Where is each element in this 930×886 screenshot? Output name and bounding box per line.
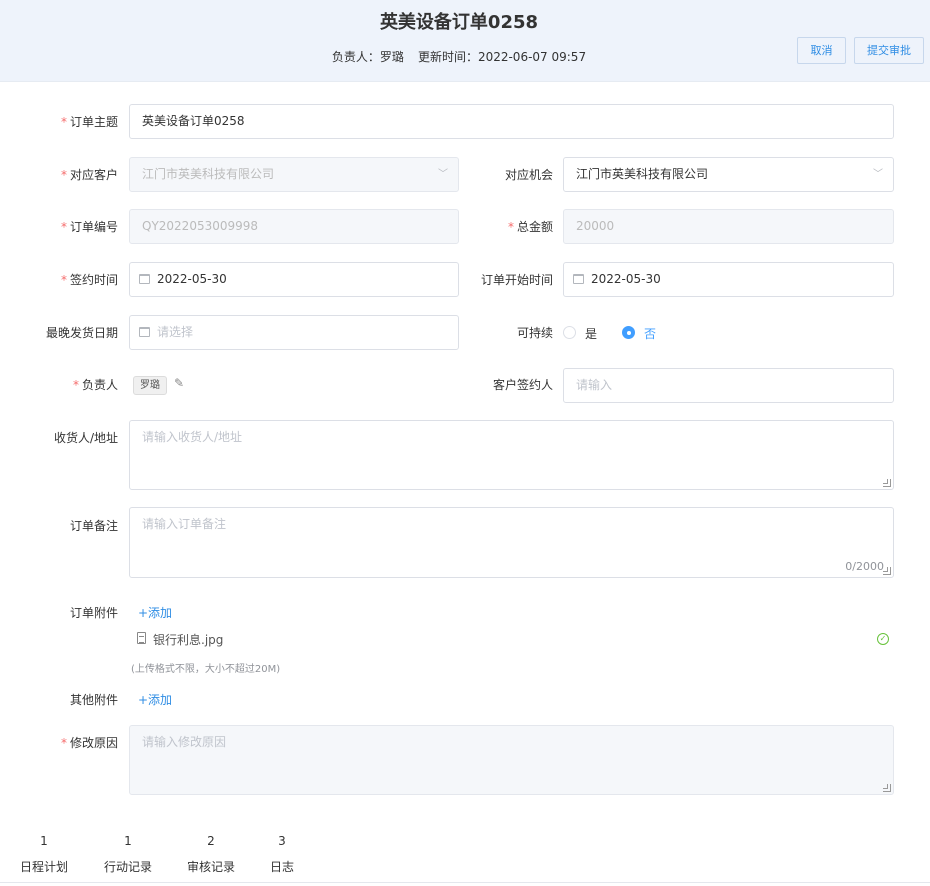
consignee-label: 收货人/地址 [53, 431, 118, 445]
remark-char-counter: 0/2000 [845, 560, 884, 573]
sustainable-yes-radio[interactable] [563, 326, 576, 339]
tab-label: 日程计划 [19, 860, 68, 874]
sustainable-no-radio[interactable] [622, 326, 635, 339]
owner-info: 负责人：罗璐 [331, 50, 404, 64]
latest-ship-label: 最晚发货日期 [45, 326, 118, 340]
opportunity-label: 对应机会 [504, 168, 553, 182]
reason-placeholder: 请输入修改原因 [142, 735, 227, 749]
order-no-label: * 订单编号 [60, 220, 118, 234]
page-header: 英美设备订单0258 负责人：罗璐 更新时间：2022-06-07 09:57 取… [0, 0, 930, 82]
sign-date-value: 2022-05-30 [157, 272, 227, 286]
tab-count: 1 [124, 834, 132, 848]
tab-label: 审核记录 [186, 860, 235, 874]
remark-placeholder: 请输入订单备注 [142, 517, 227, 531]
customer-select[interactable]: 江门市英美科技有限公司 ﹀ [129, 157, 459, 192]
add-attachment-link[interactable]: +添加 [138, 604, 172, 621]
submit-approval-button[interactable]: 提交审批 [854, 37, 924, 64]
tab-label: 行动记录 [103, 860, 152, 874]
subject-input[interactable]: 英美设备订单0258 [129, 104, 894, 139]
tab-count: 1 [40, 834, 48, 848]
attachment-label: 订单附件 [69, 606, 118, 620]
tab-schedule[interactable]: 1 日程计划 [12, 834, 76, 875]
cancel-button[interactable]: 取消 [797, 37, 846, 64]
resize-handle-icon[interactable] [883, 567, 891, 575]
add-other-attachment-link[interactable]: +添加 [138, 691, 172, 708]
consignee-textarea[interactable]: 请输入收货人/地址 [129, 420, 894, 490]
updated-time: 更新时间：2022-06-07 09:57 [417, 50, 587, 64]
calendar-icon [139, 327, 150, 337]
customer-signer-input[interactable]: 请输入 [563, 368, 894, 403]
tab-log[interactable]: 3 日志 [250, 834, 314, 875]
sustainable-yes-label[interactable]: 是 [585, 325, 597, 342]
consignee-placeholder: 请输入收货人/地址 [142, 430, 243, 444]
latest-ship-date-picker[interactable]: 请选择 [129, 315, 459, 350]
upload-hint: (上传格式不限，大小不超过20M) [131, 664, 281, 675]
latest-ship-placeholder: 请选择 [157, 325, 194, 339]
file-icon [137, 632, 146, 644]
tabs-divider [0, 882, 930, 883]
tab-count: 3 [278, 834, 286, 848]
chevron-down-icon: ﹀ [873, 169, 883, 180]
order-no-input[interactable]: QY2022053009998 [129, 209, 459, 244]
subject-label: * 订单主题 [60, 115, 118, 129]
customer-value: 江门市英美科技有限公司 [142, 167, 275, 181]
resize-handle-icon[interactable] [883, 479, 891, 487]
chevron-down-icon: ﹀ [438, 169, 448, 180]
other-attachment-label: 其他附件 [69, 693, 118, 707]
start-date-label: 订单开始时间 [480, 273, 553, 287]
attachment-file-name[interactable]: 银行利息.jpg [153, 631, 223, 648]
customer-signer-label: 客户签约人 [492, 378, 553, 392]
pencil-icon[interactable]: ✎ [174, 376, 184, 390]
sustainable-no-label[interactable]: 否 [644, 325, 656, 342]
sign-date-label: * 签约时间 [60, 273, 118, 287]
total-label: * 总金额 [507, 220, 553, 234]
resize-handle-icon[interactable] [883, 784, 891, 792]
owner-tag: 罗璐 [133, 376, 167, 395]
calendar-icon [573, 274, 584, 284]
reason-label: * 修改原因 [60, 736, 118, 750]
page-meta: 负责人：罗璐 更新时间：2022-06-07 09:57 [0, 48, 918, 65]
remark-label: 订单备注 [69, 519, 118, 533]
tab-review-records[interactable]: 2 审核记录 [179, 834, 243, 875]
start-date-value: 2022-05-30 [591, 272, 661, 286]
page-title: 英美设备订单0258 [379, 12, 539, 33]
reason-textarea[interactable]: 请输入修改原因 [129, 725, 894, 795]
opportunity-select[interactable]: 江门市英美科技有限公司 ﹀ [563, 157, 894, 192]
sustainable-label: 可持续 [516, 326, 553, 340]
sign-date-picker[interactable]: 2022-05-30 [129, 262, 459, 297]
start-date-picker[interactable]: 2022-05-30 [563, 262, 894, 297]
total-amount-input[interactable]: 20000 [563, 209, 894, 244]
customer-label: * 对应客户 [60, 168, 118, 182]
opportunity-value: 江门市英美科技有限公司 [576, 167, 709, 181]
calendar-icon [139, 274, 150, 284]
owner-label: * 负责人 [72, 378, 118, 392]
tab-label: 日志 [269, 860, 294, 874]
tab-action-records[interactable]: 1 行动记录 [96, 834, 160, 875]
check-circle-icon: ✓ [877, 633, 889, 645]
tab-count: 2 [207, 834, 215, 848]
remark-textarea[interactable]: 请输入订单备注 0/2000 [129, 507, 894, 578]
